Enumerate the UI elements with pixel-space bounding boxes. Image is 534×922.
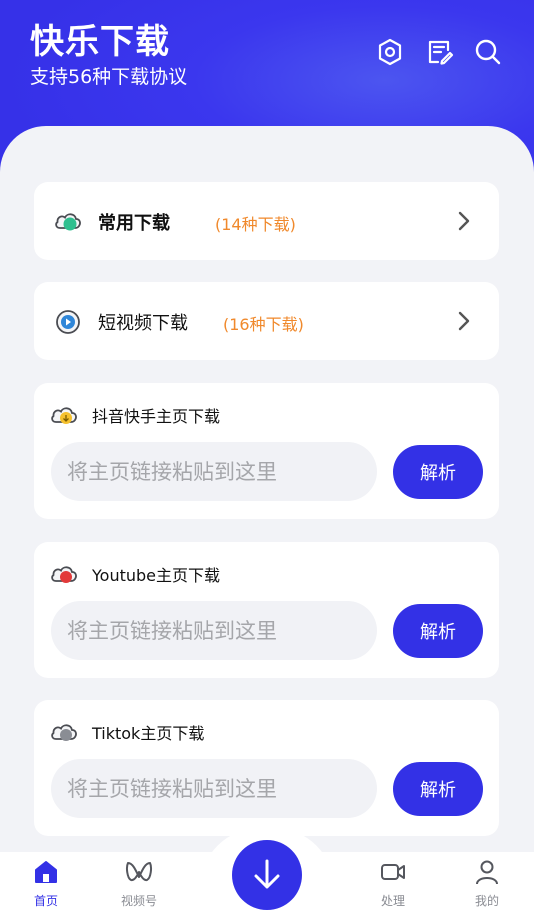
arrow-down-icon	[254, 859, 280, 889]
cloud-icon	[55, 213, 81, 231]
video-disc-icon	[56, 310, 80, 334]
download-fab[interactable]	[232, 840, 302, 910]
cloud-gray-icon	[51, 724, 77, 741]
common-download-card[interactable]: 常用下载 (14种下载)	[34, 182, 499, 260]
douyin-kuaishou-card: 抖音快手主页下载 解析	[34, 383, 499, 519]
user-icon	[476, 860, 498, 885]
cloud-yellow-icon	[51, 407, 77, 424]
card-title: Youtube主页下载	[92, 566, 220, 585]
tab-label: 首页	[33, 894, 58, 908]
tab-process[interactable]: 处理	[358, 852, 428, 922]
tab-label: 视频号	[120, 894, 157, 908]
parse-button[interactable]: 解析	[393, 762, 483, 816]
parse-button[interactable]: 解析	[393, 604, 483, 658]
link-input[interactable]	[51, 601, 377, 660]
tab-label: 我的	[474, 894, 499, 908]
tab-channels[interactable]: 视频号	[104, 852, 174, 922]
tab-mine[interactable]: 我的	[452, 852, 522, 922]
notes-icon[interactable]	[425, 37, 455, 67]
short-video-download-card[interactable]: 短视频下载 (16种下载)	[34, 282, 499, 360]
tiktok-card: Tiktok主页下载 解析	[34, 700, 499, 836]
chevron-right-icon	[458, 311, 470, 331]
app-title: 快乐下载	[30, 22, 170, 62]
tab-label: 处理	[380, 894, 405, 908]
nav-card-title: 短视频下载	[98, 313, 188, 334]
nav-card-count: (14种下载)	[215, 215, 296, 234]
app-subtitle: 支持56种下载协议	[30, 66, 188, 88]
tab-home[interactable]: 首页	[11, 852, 81, 922]
link-input[interactable]	[51, 442, 377, 501]
video-camera-icon	[381, 864, 405, 880]
card-title: Tiktok主页下载	[92, 724, 205, 743]
cloud-red-icon	[51, 566, 77, 583]
chevron-right-icon	[458, 211, 470, 231]
link-input[interactable]	[51, 759, 377, 818]
card-title: 抖音快手主页下载	[92, 407, 221, 426]
search-icon[interactable]	[473, 37, 503, 67]
youtube-card: Youtube主页下载 解析	[34, 542, 499, 678]
main-panel: 常用下载 (14种下载) 短视频下载 (16种下载) 抖音快手主页下载 解析	[0, 126, 534, 866]
settings-icon[interactable]	[375, 37, 405, 67]
channels-icon	[126, 862, 152, 882]
home-icon	[35, 861, 57, 883]
nav-card-title: 常用下载	[98, 213, 170, 234]
parse-button[interactable]: 解析	[393, 445, 483, 499]
nav-card-count: (16种下载)	[223, 315, 304, 334]
